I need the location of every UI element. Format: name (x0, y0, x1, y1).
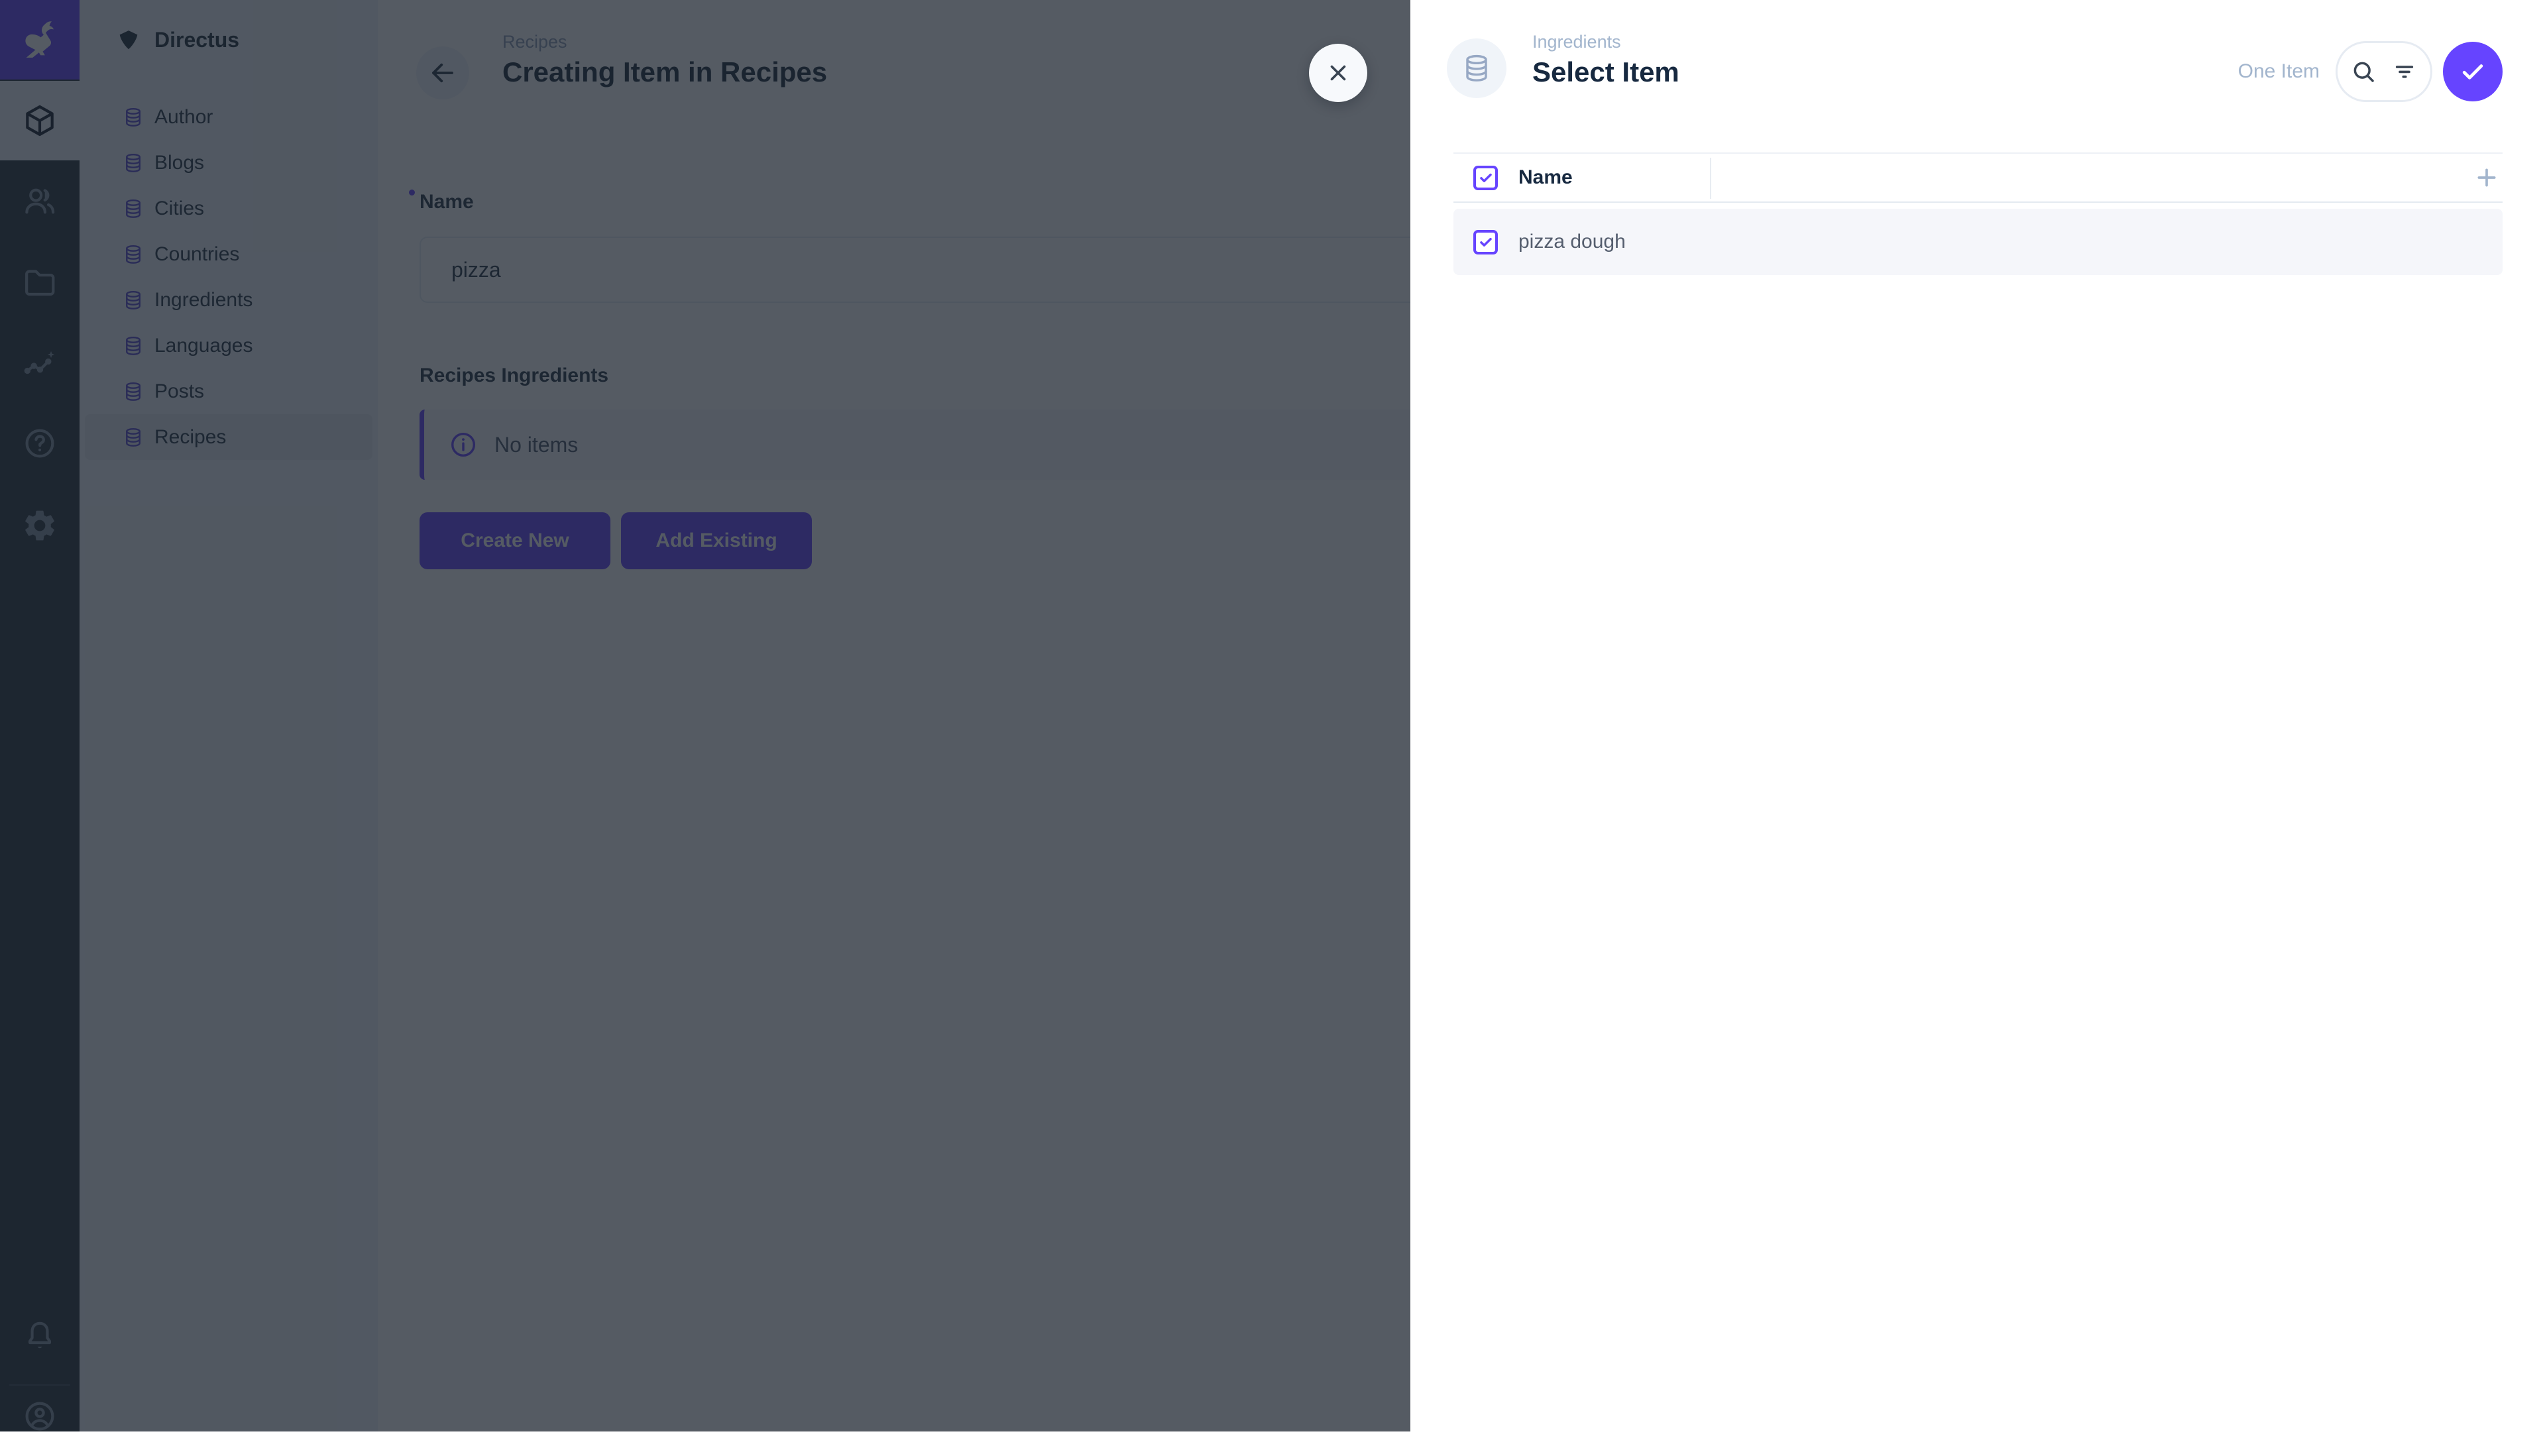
row-name-cell: pizza dough (1518, 231, 1626, 253)
row-checkbox[interactable] (1473, 230, 1498, 254)
column-header-name[interactable]: Name (1518, 166, 1573, 189)
select-item-drawer: Ingredients Select Item One Item (1410, 0, 2545, 1431)
drawer-header: Ingredients Select Item One Item (1410, 0, 2545, 142)
check-icon (1477, 233, 1495, 251)
drawer-overlay[interactable] (0, 0, 1410, 1431)
search-button[interactable] (2349, 58, 2377, 85)
select-all-checkbox[interactable] (1473, 166, 1498, 190)
add-column-button[interactable] (2473, 164, 2500, 191)
item-count-label: One Item (2238, 60, 2320, 83)
collection-icon-circle (1447, 38, 1506, 98)
plus-icon (2473, 164, 2500, 191)
database-icon (1461, 53, 1492, 84)
drawer-title: Select Item (1532, 56, 1679, 88)
table-row[interactable]: pizza dough (1453, 209, 2503, 275)
filter-icon (2391, 58, 2418, 85)
column-resize-handle[interactable] (1710, 158, 1711, 199)
search-icon (2349, 58, 2377, 85)
items-table: Name pizza dough (1453, 152, 2503, 275)
drawer-toolbar: One Item (2238, 41, 2503, 102)
confirm-selection-button[interactable] (2443, 42, 2503, 101)
close-drawer-button[interactable] (1309, 44, 1367, 102)
search-filter-group (2336, 41, 2432, 102)
filter-button[interactable] (2391, 58, 2418, 85)
close-icon (1326, 60, 1351, 85)
check-icon (2458, 57, 2487, 86)
check-icon (1477, 169, 1495, 186)
drawer-collection-label: Ingredients (1532, 32, 1679, 52)
drawer-titles: Ingredients Select Item (1532, 32, 1679, 88)
table-header-row: Name (1453, 152, 2503, 203)
